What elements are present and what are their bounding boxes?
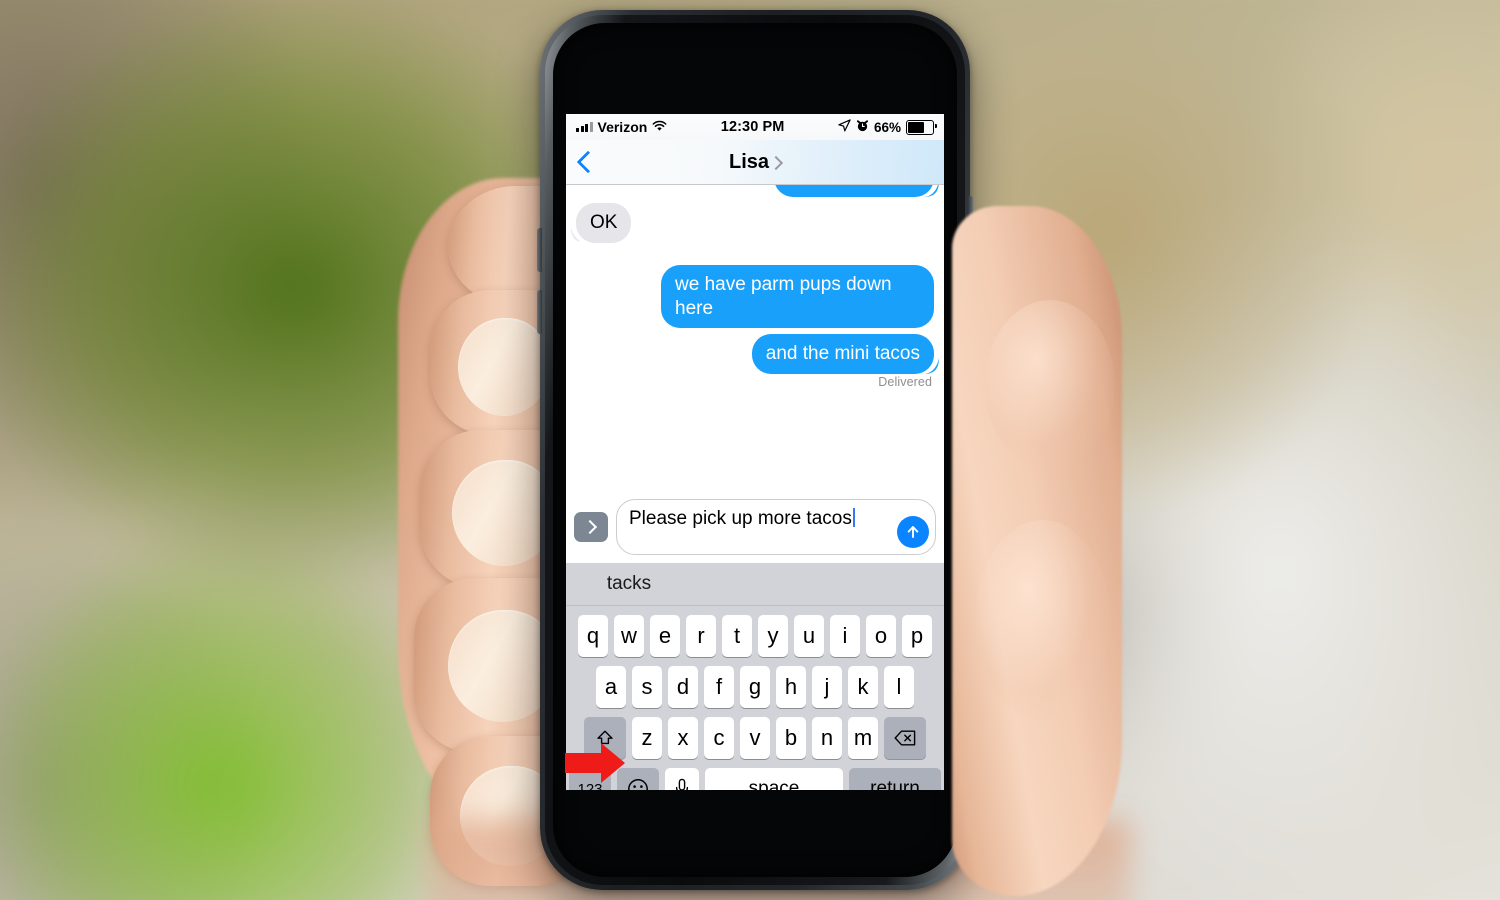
- message-row: and the mini tacos: [576, 334, 934, 374]
- send-button[interactable]: [897, 516, 929, 548]
- message-bubble-outgoing[interactable]: we have parm pups down here: [661, 264, 934, 329]
- app-drawer-button[interactable]: [574, 512, 608, 542]
- key-t[interactable]: t: [722, 615, 752, 657]
- delivery-status: Delivered: [878, 375, 932, 389]
- thumb-highlight-upper: [985, 300, 1115, 470]
- shift-up-arrow-icon: [597, 730, 613, 745]
- key-b[interactable]: b: [776, 717, 806, 759]
- message-list[interactable]: OK we have parm pups down here and the m…: [566, 185, 944, 493]
- status-bar-left: Verizon: [576, 119, 667, 135]
- key-j[interactable]: j: [812, 666, 842, 708]
- keyboard-row-2: a s d f g h j k l: [566, 666, 944, 708]
- emoji-smiley-icon: [628, 779, 648, 790]
- signal-bars-icon: [576, 122, 593, 132]
- shift-key[interactable]: [584, 717, 626, 759]
- key-n[interactable]: n: [812, 717, 842, 759]
- message-bubble-outgoing[interactable]: and the mini tacos: [751, 334, 934, 374]
- delete-backspace-icon: [894, 730, 916, 746]
- keyboard-row-3: z x c v b n m: [566, 717, 944, 759]
- chevron-right-icon: [768, 155, 784, 171]
- message-row: OK: [576, 203, 934, 243]
- prediction-slot-1[interactable]: tacks: [566, 573, 692, 595]
- wifi-icon: [652, 119, 667, 135]
- text-caret: [852, 508, 855, 527]
- battery-icon: [906, 119, 937, 135]
- contact-header[interactable]: Lisa: [566, 151, 944, 174]
- key-m[interactable]: m: [848, 717, 878, 759]
- keyboard-row-4: 123 space return: [566, 768, 944, 790]
- key-f[interactable]: f: [704, 666, 734, 708]
- carrier-label: Verizon: [597, 119, 648, 135]
- key-v[interactable]: v: [740, 717, 770, 759]
- key-d[interactable]: d: [668, 666, 698, 708]
- message-bubble-incoming[interactable]: OK: [576, 203, 632, 243]
- key-z[interactable]: z: [632, 717, 662, 759]
- predictive-text-bar: tacks: [566, 563, 944, 606]
- return-key[interactable]: return: [849, 768, 941, 790]
- key-e[interactable]: e: [650, 615, 680, 657]
- battery-percent-label: 66%: [873, 119, 901, 135]
- microphone-icon: [675, 778, 689, 790]
- key-h[interactable]: h: [776, 666, 806, 708]
- key-y[interactable]: y: [758, 615, 788, 657]
- chevron-right-icon: [582, 519, 597, 535]
- key-l[interactable]: l: [884, 666, 914, 708]
- keyboard-row-1: q w e r t y u i o p: [566, 615, 944, 657]
- on-screen-keyboard[interactable]: tacks q w e r t y u i o p a s d f g h j …: [566, 563, 944, 790]
- message-bubble-partial: [774, 185, 934, 197]
- message-row: we have parm pups down here: [576, 264, 934, 329]
- message-input-text: Please pick up more tacos: [629, 508, 852, 529]
- key-s[interactable]: s: [632, 666, 662, 708]
- key-q[interactable]: q: [578, 615, 608, 657]
- fingernail-middle: [458, 318, 550, 416]
- status-bar-time: 12:30 PM: [720, 119, 785, 135]
- key-o[interactable]: o: [866, 615, 896, 657]
- numbers-key[interactable]: 123: [569, 768, 611, 790]
- delete-key[interactable]: [884, 717, 926, 759]
- navigation-bar: Lisa: [566, 140, 944, 185]
- key-i[interactable]: i: [830, 615, 860, 657]
- volume-up-button[interactable]: [537, 228, 542, 272]
- key-r[interactable]: r: [686, 615, 716, 657]
- volume-down-button[interactable]: [537, 290, 542, 334]
- dictation-key[interactable]: [665, 768, 699, 790]
- space-key[interactable]: space: [705, 768, 843, 790]
- message-input-field[interactable]: Please pick up more tacos: [616, 499, 936, 555]
- key-w[interactable]: w: [614, 615, 644, 657]
- key-p[interactable]: p: [902, 615, 932, 657]
- key-c[interactable]: c: [704, 717, 734, 759]
- status-bar: Verizon 12:30 PM 66%: [566, 114, 944, 140]
- key-x[interactable]: x: [668, 717, 698, 759]
- emoji-key[interactable]: [617, 768, 659, 790]
- send-up-arrow-icon: [907, 526, 919, 538]
- screenshot-stage: Verizon 12:30 PM 66% Lisa OK we have par…: [0, 0, 1500, 900]
- key-k[interactable]: k: [848, 666, 878, 708]
- page-title: Lisa: [728, 150, 770, 173]
- phone-screen: Verizon 12:30 PM 66% Lisa OK we have par…: [566, 114, 944, 790]
- compose-bar: Please pick up more tacos: [566, 493, 944, 563]
- key-g[interactable]: g: [740, 666, 770, 708]
- alarm-clock-icon: [856, 119, 869, 135]
- location-arrow-icon: [838, 119, 851, 135]
- key-u[interactable]: u: [794, 615, 824, 657]
- thumb-highlight-lower: [975, 520, 1110, 720]
- status-bar-right: 66%: [838, 119, 937, 135]
- key-a[interactable]: a: [596, 666, 626, 708]
